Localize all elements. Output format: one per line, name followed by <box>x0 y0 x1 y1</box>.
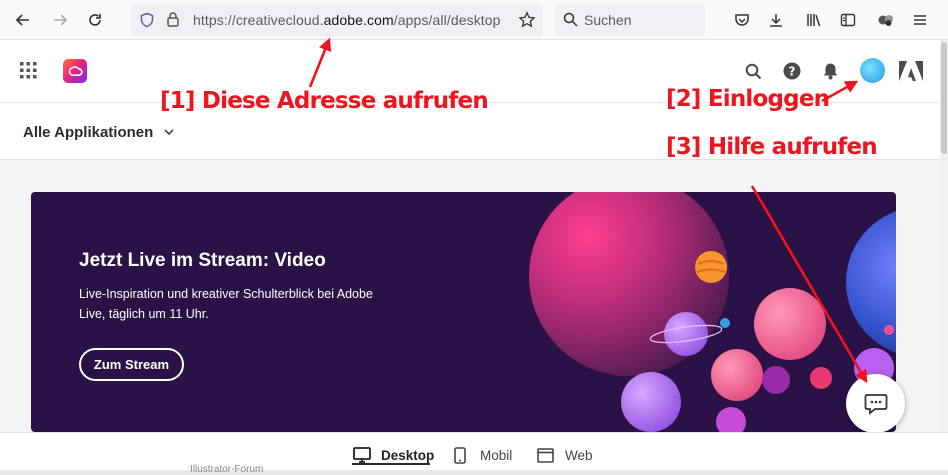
tab-mobil[interactable]: Mobil <box>454 443 512 467</box>
chevron-down-icon <box>164 129 175 136</box>
zum-stream-button[interactable]: Zum Stream <box>79 348 184 381</box>
back-button[interactable] <box>9 6 37 34</box>
avatar[interactable] <box>860 58 885 83</box>
annotation-step-3: [3] Hilfe aufrufen <box>666 134 878 160</box>
tab-web[interactable]: Web <box>537 443 593 467</box>
annotation-step-1: [1] Diese Adresse aufrufen <box>160 88 489 114</box>
sidebar-icon <box>840 13 856 27</box>
promo-banner: Jetzt Live im Stream: Video Live-Inspira… <box>31 192 896 432</box>
monitor-icon <box>353 447 371 463</box>
scrollbar-thumb[interactable] <box>941 42 947 154</box>
tab-web-label: Web <box>565 447 593 463</box>
svg-text:?: ? <box>789 65 796 79</box>
search-icon[interactable] <box>745 63 762 80</box>
creative-cloud-logo-icon[interactable] <box>63 59 87 83</box>
window-below-strip: Illustrator-Forum <box>0 464 948 475</box>
help-chat-button[interactable] <box>846 374 905 433</box>
search-placeholder: Suchen <box>584 12 632 28</box>
help-icon[interactable]: ? <box>783 62 801 80</box>
forward-button[interactable] <box>46 6 74 34</box>
search-bar[interactable]: Suchen <box>555 4 705 36</box>
banner-description: Live-Inspiration und kreativer Schulterb… <box>79 287 373 321</box>
browser-toolbar: https://creativecloud.adobe.com/apps/all… <box>0 0 948 40</box>
library-icon <box>807 14 821 27</box>
adobe-logo-icon[interactable] <box>899 61 923 81</box>
active-tab-indicator <box>352 463 430 465</box>
downloads-button[interactable] <box>762 6 790 34</box>
sidebar-button[interactable] <box>834 6 862 34</box>
banner-title: Jetzt Live im Stream: Video <box>79 250 326 271</box>
search-icon <box>563 12 578 27</box>
shield-icon[interactable] <box>139 12 155 28</box>
arrow-left-icon <box>15 14 29 26</box>
extension-icon <box>878 15 893 26</box>
arrow-right-icon <box>54 14 68 26</box>
platform-tabs: Desktop Mobil Web <box>0 432 948 475</box>
browser-window-icon <box>537 447 554 463</box>
bell-notification-icon[interactable] <box>822 62 839 80</box>
address-bar[interactable]: https://creativecloud.adobe.com/apps/all… <box>131 4 543 36</box>
background-window-text: Illustrator-Forum <box>190 464 264 475</box>
chat-bubble-icon <box>864 393 887 415</box>
reload-icon <box>89 14 101 26</box>
tab-desktop-label: Desktop <box>381 447 435 463</box>
menu-button[interactable] <box>906 6 934 34</box>
tab-mobil-label: Mobil <box>480 447 513 463</box>
app-switcher-grid-icon[interactable] <box>20 62 37 79</box>
pocket-button[interactable] <box>728 6 756 34</box>
reload-button[interactable] <box>81 6 109 34</box>
annotation-step-2: [2] Einloggen <box>666 86 830 112</box>
extensions-button[interactable] <box>872 6 900 34</box>
library-button[interactable] <box>800 6 828 34</box>
hamburger-menu-icon <box>914 15 926 25</box>
lock-icon[interactable] <box>165 11 181 28</box>
all-apps-label: Alle Applikationen <box>23 124 154 141</box>
all-apps-dropdown[interactable]: Alle Applikationen <box>23 124 175 141</box>
pocket-icon <box>735 14 749 26</box>
phone-icon <box>454 446 466 464</box>
bookmark-star-icon[interactable] <box>518 11 536 29</box>
url-text[interactable]: https://creativecloud.adobe.com/apps/all… <box>193 12 501 28</box>
download-icon <box>770 14 782 27</box>
